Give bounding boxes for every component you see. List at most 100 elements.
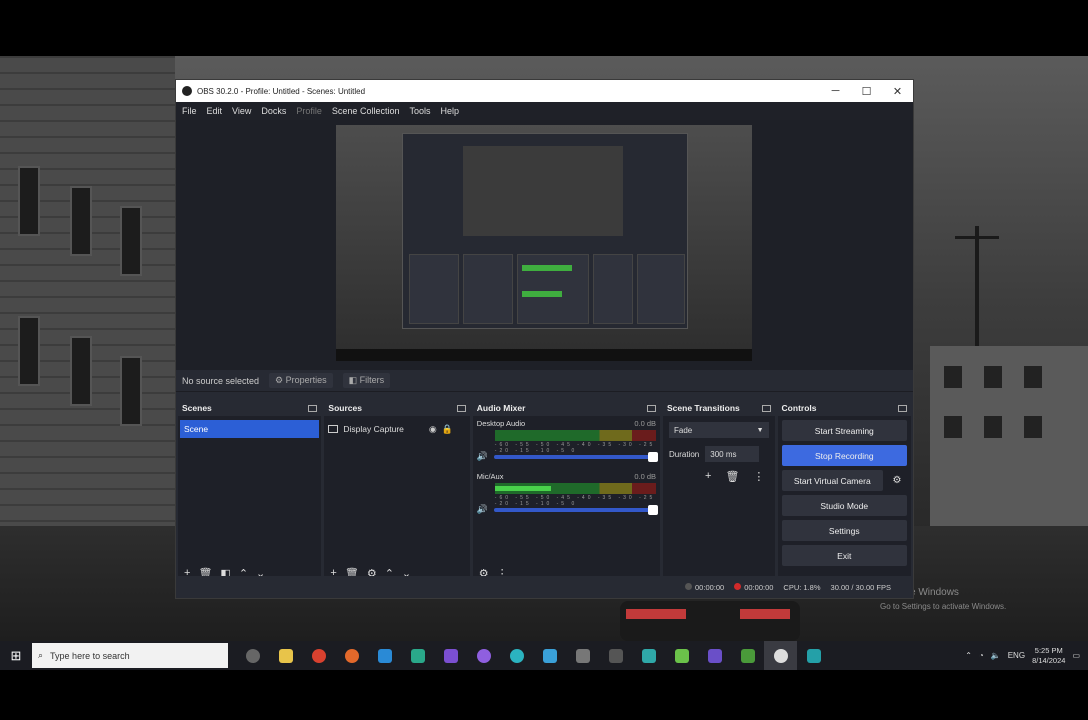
vscode-icon[interactable] [368,641,401,670]
minimize-button[interactable]: ─ [820,85,851,98]
duration-label: Duration [669,449,700,459]
filters-button[interactable]: ◧ Filters [342,373,391,388]
volume-icon[interactable]: 🔈 [991,651,1001,660]
app-icon[interactable] [632,641,665,670]
menu-scene-collection[interactable]: Scene Collection [332,106,400,116]
source-item[interactable]: Display Capture ◉ 🔒 [328,420,465,438]
app-icon[interactable] [797,641,830,670]
meter-ticks: -60 -55 -50 -45 -40 -35 -30 -25 -20 -15 … [494,495,656,507]
menu-tools[interactable]: Tools [409,106,430,116]
rec-status: 00:00:00 [734,582,773,592]
undock-icon[interactable] [308,404,318,412]
monitor-icon [328,425,339,433]
file-explorer-icon[interactable] [269,641,302,670]
start-virtual-camera-button[interactable]: Start Virtual Camera [781,470,883,491]
tool-icon[interactable] [599,641,632,670]
studio-mode-button[interactable]: Studio Mode [781,495,907,516]
tray-chevron-icon[interactable]: ⌃ [965,651,972,660]
lock-icon[interactable]: 🔒 [442,424,453,435]
preview-canvas[interactable] [336,125,752,361]
clock[interactable]: 5:25 PM 8/14/2024 [1032,646,1065,666]
mixer-channel-desktop: Desktop Audio 0.0 dB -60 -55 -50 -45 -40 … [473,416,660,465]
app-icon[interactable] [533,641,566,670]
menu-file[interactable]: File [182,106,197,116]
sources-title: Sources [328,403,362,413]
menu-help[interactable]: Help [440,106,459,116]
terminal-icon[interactable] [401,641,434,670]
firefox-icon[interactable] [335,641,368,670]
exit-button[interactable]: Exit [781,545,907,566]
taskbar-search[interactable]: ⌕ Type here to search [32,643,228,668]
settings-button[interactable]: Settings [781,520,907,541]
add-transition-button[interactable]: + [705,470,711,483]
status-bar: 00:00:00 00:00:00 CPU: 1.8% 30.00 / 30.0… [176,576,913,598]
menu-edit[interactable]: Edit [207,106,223,116]
stop-recording-button[interactable]: Stop Recording [781,445,907,466]
menu-docks[interactable]: Docks [261,106,286,116]
transition-select[interactable]: Fade ▼ [669,422,769,438]
network-icon[interactable]: ◔ [979,651,984,660]
screen: Activate Windows Go to Settings to activ… [0,0,1088,720]
speaker-icon[interactable]: 🔊 [477,451,488,462]
close-button[interactable]: ✕ [882,85,913,98]
mixer-channel-mic: Mic/Aux 0.0 dB -60 -55 -50 -45 -40 -35 -3… [473,469,660,518]
wallpaper-car [620,601,800,641]
duration-input[interactable]: 300 ms [705,446,760,462]
app-icon[interactable] [698,641,731,670]
notifications-icon[interactable]: ▭ [1072,651,1080,660]
taskbar: ⊞ ⌕ Type here to search ⌃ ◔ 🔈 ENG 5:25 P… [0,641,1088,670]
undock-icon[interactable] [647,404,657,412]
scenes-dock: Scenes Scene + 🗑 ◧ ⌃ ⌄ [178,400,322,584]
transition-menu-icon[interactable]: ⋮ [753,470,764,483]
channel-name: Mic/Aux [476,472,504,481]
cpu-usage: CPU: 1.8% [783,582,821,592]
no-source-label: No source selected [182,375,260,386]
visual-studio-icon[interactable] [434,641,467,670]
edge-icon[interactable] [500,641,533,670]
undock-icon[interactable] [761,404,771,412]
properties-button[interactable]: ⚙ Properties [269,373,333,388]
channel-db: 0.0 dB [634,419,657,428]
controls-dock: Controls Start Streaming Stop Recording … [777,400,911,584]
volume-meter [494,483,657,494]
window-title: OBS 30.2.0 - Profile: Untitled - Scenes:… [197,86,366,96]
volume-slider[interactable] [494,504,659,515]
docks: Scenes Scene + 🗑 ◧ ⌃ ⌄ Sources Display C… [176,400,913,584]
audio-mixer-dock: Audio Mixer Desktop Audio 0.0 dB -60 -55 … [472,400,661,584]
menu-bar: File Edit View Docks Profile Scene Colle… [176,102,913,120]
volume-slider[interactable] [494,451,659,462]
speaker-icon[interactable]: 🔊 [477,504,488,515]
live-dot-icon [685,582,693,590]
obs-logo-icon [182,86,192,96]
remove-transition-button[interactable]: 🗑 [725,470,739,483]
scene-item[interactable]: Scene [180,420,320,438]
system-tray: ⌃ ◔ 🔈 ENG 5:25 PM 8/14/2024 ▭ [965,646,1088,666]
source-toolbar: No source selected ⚙ Properties ◧ Filter… [176,370,913,392]
chrome-icon[interactable] [302,641,335,670]
sources-dock: Sources Display Capture ◉ 🔒 + 🗑 ⚙ ⌃ ⌄ [324,400,470,584]
windows-start-icon[interactable]: ⊞ [0,648,32,664]
maximize-button[interactable]: ☐ [851,85,882,98]
visibility-eye-icon[interactable]: ◉ [429,424,437,435]
menu-view[interactable]: View [232,106,251,116]
preview-area [176,120,913,370]
live-status: 00:00:00 [685,582,724,592]
github-icon[interactable] [467,641,500,670]
virtual-camera-gear-icon[interactable]: ⚙ [887,475,907,486]
search-placeholder: Type here to search [50,650,130,661]
app-icon[interactable] [665,641,698,670]
start-streaming-button[interactable]: Start Streaming [781,420,907,441]
undock-icon[interactable] [897,404,907,412]
search-icon: ⌕ [38,650,44,660]
media-icon[interactable] [566,641,599,670]
menu-profile[interactable]: Profile [296,106,322,116]
audio-mixer-title: Audio Mixer [476,403,526,413]
channel-db: 0.0 dB [634,472,657,481]
channel-name: Desktop Audio [476,419,526,428]
language-indicator[interactable]: ENG [1008,651,1025,660]
undock-icon[interactable] [456,404,466,412]
chevron-down-icon: ▼ [756,426,764,434]
settings-app-icon[interactable] [236,641,269,670]
app-icon[interactable] [731,641,764,670]
obs-taskbar-icon[interactable] [764,641,797,670]
